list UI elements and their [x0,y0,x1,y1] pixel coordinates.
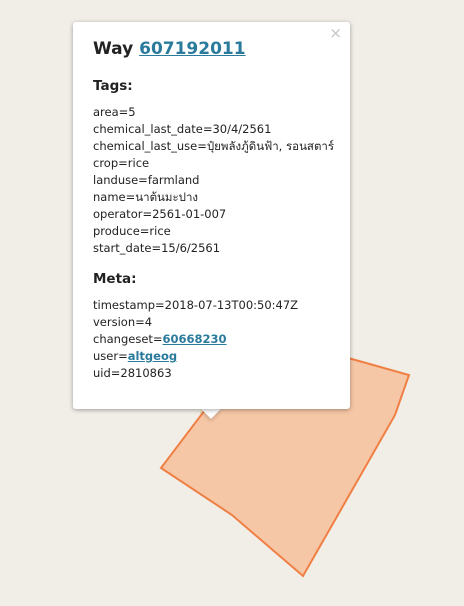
meta-user: user=altgeog [93,348,338,365]
tag-item: name=นาต้นมะปาง [93,190,199,204]
tag-item: crop=rice [93,156,150,170]
meta-heading: Meta: [93,271,137,287]
user-link[interactable]: altgeog [128,349,177,363]
tag-item: landuse=farmland [93,173,200,187]
title-prefix: Way [93,39,134,59]
tag-item: chemical_last_date=30/4/2561 [93,122,272,136]
meta-changeset: changeset=60668230 [93,331,338,348]
meta-timestamp: timestamp=2018-07-13T00:50:47Z [93,298,299,312]
tag-item: chemical_last_use=ปุ๋ยพลังภู้ดินฟ้า, รอน… [93,139,335,153]
changeset-link[interactable]: 60668230 [163,332,227,346]
way-id-link[interactable]: 607192011 [139,39,245,59]
meta-uid: uid=2810863 [93,366,172,380]
popup-title: Way 607192011 [93,38,338,60]
tags-heading: Tags: [93,78,133,94]
tag-item: start_date=15/6/2561 [93,241,221,255]
feature-popup: × Way 607192011 Tags: area=5 chemical_la… [73,22,350,409]
meta-list: timestamp=2018-07-13T00:50:47Z version=4… [93,297,338,382]
tag-item: produce=rice [93,224,171,238]
meta-version: version=4 [93,315,153,329]
changeset-label: changeset= [93,332,163,346]
close-icon[interactable]: × [329,25,342,41]
tag-item: operator=2561-01-007 [93,207,227,221]
tag-item: area=5 [93,105,136,119]
user-label: user= [93,349,128,363]
tags-list: area=5 chemical_last_date=30/4/2561 chem… [93,104,338,257]
